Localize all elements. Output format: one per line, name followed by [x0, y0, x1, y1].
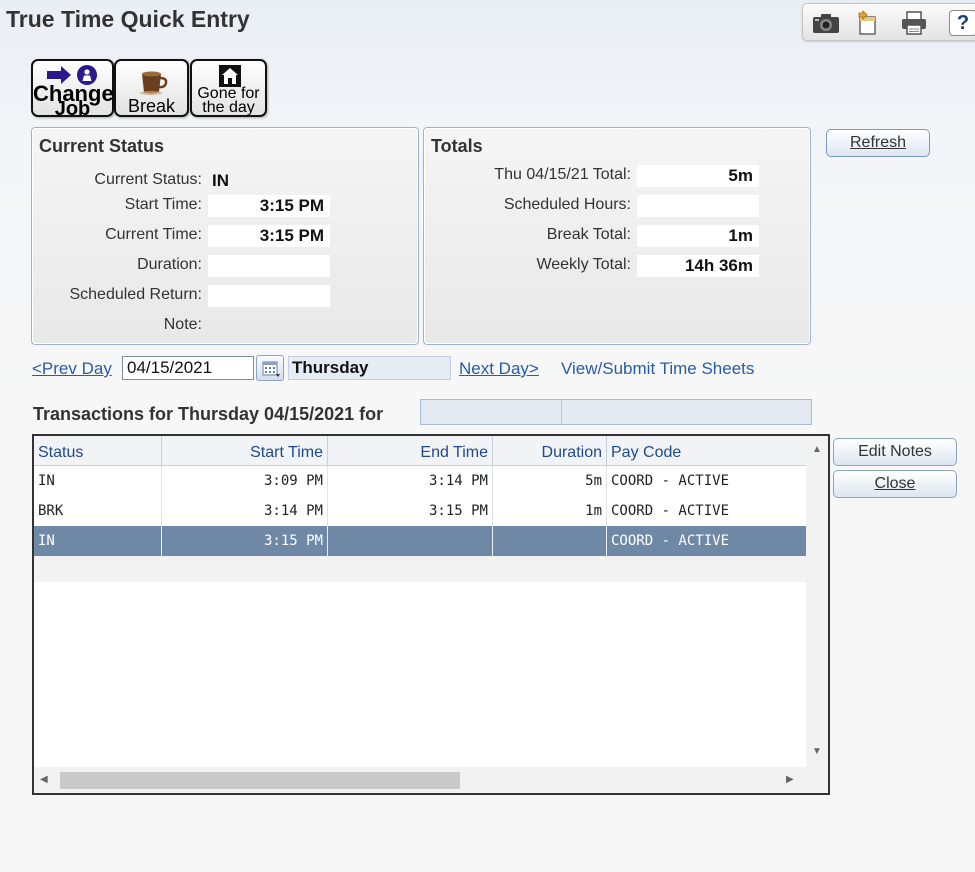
employee-field: [420, 399, 812, 425]
duration-label: Duration:: [137, 256, 202, 273]
refresh-label: Refresh: [849, 134, 907, 151]
printer-icon[interactable]: [899, 8, 929, 38]
current-time-label: Current Time:: [105, 226, 202, 243]
start-time-label: Start Time:: [124, 196, 202, 213]
col-header-start-time[interactable]: Start Time: [162, 436, 328, 466]
transactions-title: Transactions for Thursday 04/15/2021 for: [33, 404, 384, 424]
cell-duration: 5m: [493, 466, 607, 496]
gone-line2: the day: [202, 99, 255, 116]
home-icon: [219, 65, 241, 87]
cell-duration: 1m: [493, 496, 607, 526]
gone-for-day-button[interactable]: Gone for the day: [190, 59, 267, 117]
weekly-total-value: 14h 36m: [637, 255, 759, 277]
totals-heading: Totals: [431, 136, 483, 156]
cell-start-time: 3:15 PM: [162, 526, 328, 556]
cell-status: BRK: [34, 496, 162, 526]
current-status-label: Current Status:: [94, 171, 202, 188]
coffee-cup-icon: [140, 71, 168, 95]
cell-status: IN: [34, 466, 162, 496]
close-label: Close: [874, 475, 916, 492]
scrollbar-corner: [806, 767, 828, 793]
camera-icon[interactable]: [811, 8, 841, 38]
break-total-value: 1m: [637, 225, 759, 247]
horizontal-scrollbar[interactable]: ◀ ▶: [34, 767, 806, 793]
col-header-pay-code[interactable]: Pay Code: [607, 436, 806, 466]
help-icon[interactable]: ?: [949, 10, 975, 36]
close-button[interactable]: Close: [833, 470, 957, 498]
current-status-value: IN: [212, 171, 229, 190]
cell-end-time: 3:15 PM: [328, 496, 493, 526]
page-title: True Time Quick Entry: [6, 6, 250, 32]
break-total-label: Break Total:: [546, 226, 631, 243]
cell-duration: [493, 526, 607, 556]
cell-pay-code: COORD - ACTIVE: [611, 533, 730, 549]
view-submit-timesheets-link[interactable]: View/Submit Time Sheets: [561, 359, 754, 379]
current-time-value: 3:15 PM: [208, 225, 330, 247]
scroll-up-icon[interactable]: ▲: [812, 444, 822, 455]
transactions-grid: Status Start Time End Time Duration Pay …: [32, 434, 830, 795]
col-header-duration[interactable]: Duration: [493, 436, 607, 466]
scroll-left-icon[interactable]: ◀: [40, 774, 48, 785]
edit-notes-button[interactable]: Edit Notes: [833, 438, 957, 466]
scheduled-hours-value: [637, 195, 759, 217]
duration-value: [208, 255, 330, 277]
cell-pay-code: COORD - ACTIVE: [611, 503, 730, 519]
current-status-panel: Current Status Current Status: IN Start …: [31, 127, 419, 345]
col-header-end-time[interactable]: End Time: [328, 436, 493, 466]
day-total-label: Thu 04/15/21 Total:: [494, 166, 631, 183]
current-status-heading: Current Status: [39, 136, 165, 156]
break-button[interactable]: Break: [114, 59, 189, 117]
refresh-button[interactable]: Refresh: [826, 129, 930, 157]
next-day-link[interactable]: Next Day>: [459, 359, 539, 379]
weekly-total-label: Weekly Total:: [536, 256, 631, 273]
edit-notes-label: Edit Notes: [858, 443, 932, 460]
cell-start-time: 3:14 PM: [162, 496, 328, 526]
top-toolbar: ?: [802, 3, 975, 41]
vertical-scrollbar[interactable]: ▲ ▼: [806, 436, 828, 767]
table-row-empty: [34, 556, 806, 582]
scheduled-return-value: [208, 285, 330, 307]
cell-end-time: [328, 526, 493, 556]
scheduled-hours-label: Scheduled Hours:: [503, 196, 631, 213]
scroll-down-icon[interactable]: ▼: [812, 746, 822, 757]
date-input[interactable]: 04/15/2021: [122, 356, 254, 380]
day-total-value: 5m: [637, 165, 759, 187]
break-label: Break: [127, 96, 176, 116]
cell-end-time: 3:14 PM: [328, 466, 493, 496]
totals-panel: Totals Thu 04/15/21 Total: 5m Scheduled …: [423, 127, 811, 345]
calendar-icon: [262, 361, 280, 377]
new-window-icon[interactable]: [853, 8, 883, 38]
scheduled-return-label: Scheduled Return:: [69, 286, 202, 303]
grid-header: Status Start Time End Time Duration Pay …: [34, 436, 806, 466]
cell-pay-code: COORD - ACTIVE: [611, 473, 730, 489]
change-job-line2: Job: [54, 98, 91, 120]
start-time-value: 3:15 PM: [208, 195, 330, 217]
note-label: Note:: [163, 316, 202, 333]
cell-status: IN: [34, 526, 162, 556]
col-header-status[interactable]: Status: [34, 436, 162, 466]
horizontal-scroll-thumb[interactable]: [60, 772, 460, 789]
table-row-selected[interactable]: IN 3:15 PM COORD - ACTIVE: [34, 526, 806, 556]
cell-start-time: 3:09 PM: [162, 466, 328, 496]
change-job-button[interactable]: Change Job: [31, 59, 114, 120]
table-row[interactable]: IN 3:09 PM 3:14 PM 5m COORD - ACTIVE: [34, 466, 806, 496]
calendar-button[interactable]: [256, 355, 284, 381]
scroll-right-icon[interactable]: ▶: [786, 774, 794, 785]
prev-day-link[interactable]: <Prev Day: [32, 359, 112, 379]
day-name-field: Thursday: [288, 356, 451, 380]
table-row[interactable]: BRK 3:14 PM 3:15 PM 1m COORD - ACTIVE: [34, 496, 806, 526]
